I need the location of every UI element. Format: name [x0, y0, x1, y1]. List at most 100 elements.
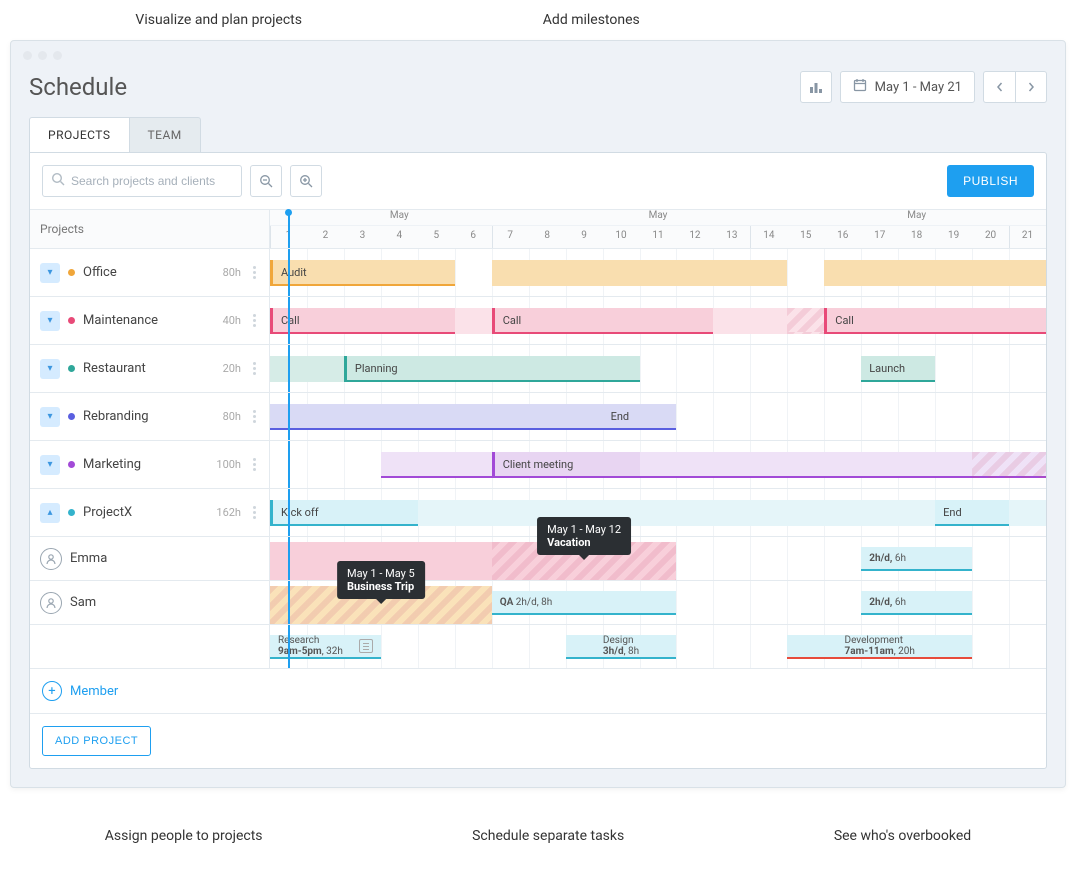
project-bar[interactable]: Call [270, 308, 455, 334]
project-hours: 80h [223, 266, 241, 279]
allocation[interactable]: QA 2h/d, 8h [492, 591, 677, 615]
project-dot [68, 365, 75, 372]
tab-projects[interactable]: PROJECTS [29, 117, 130, 152]
project-name[interactable]: Office [83, 265, 215, 280]
day-label: 10 [615, 230, 626, 241]
day-label: 20 [985, 230, 996, 241]
day-label: 9 [581, 230, 587, 241]
task-allocation[interactable]: Research9am-5pm, 32h [270, 635, 381, 659]
publish-button[interactable]: PUBLISH [947, 165, 1034, 197]
add-member-button[interactable]: + Member [30, 669, 130, 713]
drag-handle-icon[interactable] [249, 458, 259, 471]
app-window: Schedule May 1 - May 21 PROJECTS TEAM [10, 40, 1066, 788]
project-bar[interactable]: Call [824, 308, 1046, 334]
project-bar-bg[interactable] [381, 452, 1046, 478]
drag-handle-icon[interactable] [249, 410, 259, 423]
drag-handle-icon[interactable] [249, 266, 259, 279]
member-row: Sam QA 2h/d, 8h2h/d, 6hMay 1 - May 5Busi… [30, 581, 1046, 625]
page-title: Schedule [29, 73, 127, 101]
day-label: 14 [763, 230, 774, 241]
project-row-office: ▾ Office 80h Audit [30, 249, 1046, 297]
month-label: May [649, 210, 668, 221]
project-dot [68, 509, 75, 516]
allocation[interactable]: 2h/d, 6h [861, 547, 972, 571]
member-name[interactable]: Emma [70, 551, 259, 566]
day-label: 15 [800, 230, 811, 241]
day-label: 5 [433, 230, 439, 241]
milestone[interactable]: End [603, 404, 677, 430]
day-label: 8 [544, 230, 550, 241]
project-row-maintenance: ▾ Maintenance 40h Call Call Call [30, 297, 1046, 345]
date-range-picker[interactable]: May 1 - May 21 [840, 71, 975, 103]
project-dot [68, 317, 75, 324]
project-dot [68, 413, 75, 420]
project-dot [68, 269, 75, 276]
day-label: 19 [948, 230, 959, 241]
avatar-icon [40, 592, 62, 614]
tab-team[interactable]: TEAM [130, 117, 201, 152]
zoom-in-button[interactable] [290, 165, 322, 197]
stats-button[interactable] [800, 71, 832, 103]
day-label: 4 [397, 230, 403, 241]
project-bar-bg[interactable] [824, 260, 972, 286]
collapse-toggle[interactable]: ▾ [40, 311, 60, 331]
project-name[interactable]: Restaurant [83, 361, 215, 376]
zoom-out-button[interactable] [250, 165, 282, 197]
allocation[interactable]: 2h/d, 6h [861, 591, 972, 615]
day-label: 3 [360, 230, 366, 241]
project-bar-bg[interactable] [972, 260, 1046, 286]
member-name[interactable]: Sam [70, 595, 259, 610]
drag-handle-icon[interactable] [249, 314, 259, 327]
collapse-toggle[interactable]: ▾ [40, 455, 60, 475]
task-allocation[interactable]: Development7am-11am, 20h [787, 635, 972, 659]
add-member-label: Member [70, 684, 118, 699]
prev-range-button[interactable] [983, 71, 1015, 103]
tooltip: May 1 - May 5Business Trip [337, 561, 425, 599]
project-hours: 80h [223, 410, 241, 423]
project-bar[interactable]: Client meeting [492, 452, 640, 478]
project-row-rebranding: ▾ Rebranding 80h End [30, 393, 1046, 441]
tooltip: May 1 - May 12Vacation [537, 517, 631, 555]
project-bar-bg[interactable] [270, 404, 640, 430]
next-range-button[interactable] [1015, 71, 1047, 103]
day-label: 11 [652, 230, 663, 241]
project-bar[interactable]: Audit [270, 260, 455, 286]
column-header-projects: Projects [30, 210, 270, 248]
collapse-toggle[interactable]: ▴ [40, 503, 60, 523]
project-name[interactable]: ProjectX [83, 505, 208, 520]
note-icon[interactable] [359, 639, 373, 653]
month-label: May [907, 210, 926, 221]
project-bar[interactable]: Call [492, 308, 714, 334]
project-hours: 162h [216, 506, 241, 519]
avatar-icon [40, 548, 62, 570]
day-label: 2 [323, 230, 329, 241]
day-label: 6 [470, 230, 476, 241]
project-name[interactable]: Marketing [83, 457, 208, 472]
milestone[interactable]: Launch [861, 356, 935, 382]
collapse-toggle[interactable]: ▾ [40, 263, 60, 283]
collapse-toggle[interactable]: ▾ [40, 407, 60, 427]
milestone[interactable]: End [935, 500, 1009, 526]
search-input-wrap[interactable] [42, 165, 242, 197]
project-bar[interactable]: Planning [344, 356, 640, 382]
day-label: 7 [507, 230, 513, 241]
collapse-toggle[interactable]: ▾ [40, 359, 60, 379]
project-name[interactable]: Maintenance [83, 313, 215, 328]
add-project-button[interactable]: ADD PROJECT [42, 726, 151, 756]
drag-handle-icon[interactable] [249, 506, 259, 519]
project-bar-bg[interactable] [492, 260, 788, 286]
drag-handle-icon[interactable] [249, 362, 259, 375]
project-bar-hatched [787, 308, 824, 334]
annotation-tasks: Schedule separate tasks [472, 828, 624, 844]
task-allocation[interactable]: Design3h/d, 8h [566, 635, 677, 659]
project-hours: 100h [216, 458, 241, 471]
day-label: 16 [837, 230, 848, 241]
annotation-visualize: Visualize and plan projects [135, 12, 302, 28]
month-label: May [390, 210, 409, 221]
project-bar[interactable]: Kick off [270, 500, 418, 526]
search-icon [51, 172, 65, 190]
project-name[interactable]: Rebranding [83, 409, 215, 424]
project-hours: 40h [223, 314, 241, 327]
search-input[interactable] [71, 174, 233, 188]
project-hours: 20h [223, 362, 241, 375]
